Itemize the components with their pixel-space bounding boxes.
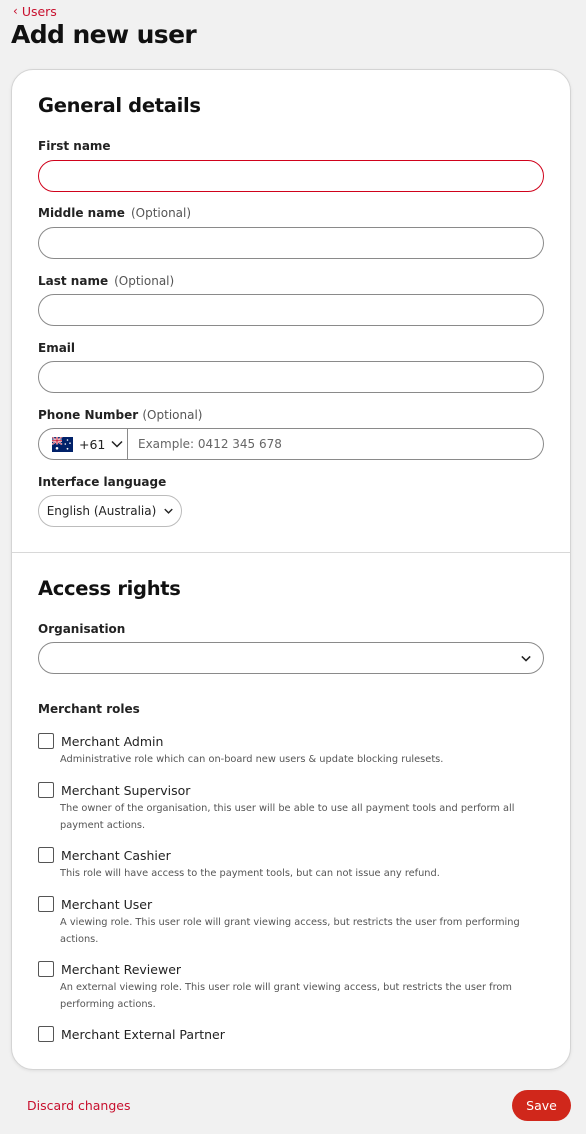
role-merchant-admin: Merchant Admin Administrative role which… (38, 733, 538, 768)
breadcrumb[interactable]: ‹ Users (13, 4, 57, 19)
phone-label: Phone Number (Optional) (38, 408, 202, 422)
role-description: An external viewing role. This user role… (60, 982, 512, 1010)
role-name: Merchant External Partner (61, 1026, 225, 1042)
phone-label-text: Phone Number (38, 408, 139, 422)
role-name: Merchant Cashier (61, 847, 171, 863)
access-rights-title: Access rights (38, 577, 181, 600)
australia-flag-icon (52, 436, 73, 452)
last-name-label-text: Last name (38, 274, 109, 288)
page-title: Add new user (11, 20, 197, 49)
interface-language-label: Interface language (38, 475, 166, 489)
chevron-left-icon: ‹ (13, 3, 18, 18)
role-checkbox[interactable] (38, 1026, 54, 1042)
email-field[interactable] (38, 361, 544, 393)
organisation-label: Organisation (38, 622, 125, 636)
merchant-roles-label: Merchant roles (38, 702, 140, 716)
phone-optional: (Optional) (142, 408, 203, 422)
role-checkbox[interactable] (38, 782, 54, 798)
breadcrumb-link-users[interactable]: Users (22, 4, 57, 19)
first-name-label: First name (38, 139, 111, 153)
first-name-label-text: First name (38, 139, 111, 153)
role-description: Administrative role which can on-board n… (60, 754, 444, 765)
phone-number-group: +61 (38, 428, 544, 460)
role-checkbox[interactable] (38, 733, 54, 749)
role-checkbox[interactable] (38, 961, 54, 977)
country-code: +61 (79, 436, 106, 452)
user-form-card: General details First name Middle name (O… (11, 69, 571, 1070)
interface-language-select[interactable]: English (Australia) (38, 495, 182, 527)
role-name: Merchant Reviewer (61, 961, 182, 977)
role-description: A viewing role. This user role will gran… (60, 917, 520, 945)
middle-name-optional: (Optional) (130, 206, 192, 220)
first-name-field[interactable] (38, 160, 544, 192)
middle-name-field[interactable] (38, 227, 544, 259)
role-name: Merchant Supervisor (61, 782, 191, 798)
role-description: The owner of the organisation, this user… (60, 803, 515, 831)
role-name: Merchant User (61, 896, 153, 912)
organisation-label-text: Organisation (38, 622, 126, 636)
role-checkbox[interactable] (38, 896, 54, 912)
last-name-field[interactable] (38, 294, 544, 326)
country-code-select[interactable]: +61 (39, 429, 128, 459)
interface-language-label-text: Interface language (38, 475, 167, 489)
chevron-down-icon (164, 508, 174, 514)
role-merchant-user: Merchant User A viewing role. This user … (38, 896, 538, 948)
organisation-select[interactable] (38, 642, 544, 674)
general-details-title: General details (38, 94, 201, 117)
role-merchant-reviewer: Merchant Reviewer An external viewing ro… (38, 961, 538, 1013)
role-name: Merchant Admin (61, 733, 164, 749)
chevron-down-icon (111, 440, 123, 448)
chevron-down-icon (521, 655, 531, 662)
middle-name-label: Middle name (Optional) (38, 206, 191, 220)
role-merchant-external-partner: Merchant External Partner (38, 1026, 538, 1042)
role-checkbox[interactable] (38, 847, 54, 863)
phone-number-input[interactable] (128, 429, 543, 459)
email-label: Email (38, 341, 75, 355)
email-label-text: Email (38, 341, 76, 355)
role-description: This role will have access to the paymen… (60, 868, 440, 879)
interface-language-value: English (Australia) (46, 504, 157, 518)
save-button[interactable]: Save (512, 1090, 571, 1121)
discard-changes-button[interactable]: Discard changes (27, 1098, 131, 1113)
section-divider (12, 552, 570, 553)
role-merchant-supervisor: Merchant Supervisor The owner of the org… (38, 782, 538, 834)
middle-name-label-text: Middle name (38, 206, 125, 220)
last-name-optional: (Optional) (114, 274, 175, 288)
last-name-label: Last name (Optional) (38, 274, 174, 288)
role-merchant-cashier: Merchant Cashier This role will have acc… (38, 847, 538, 882)
